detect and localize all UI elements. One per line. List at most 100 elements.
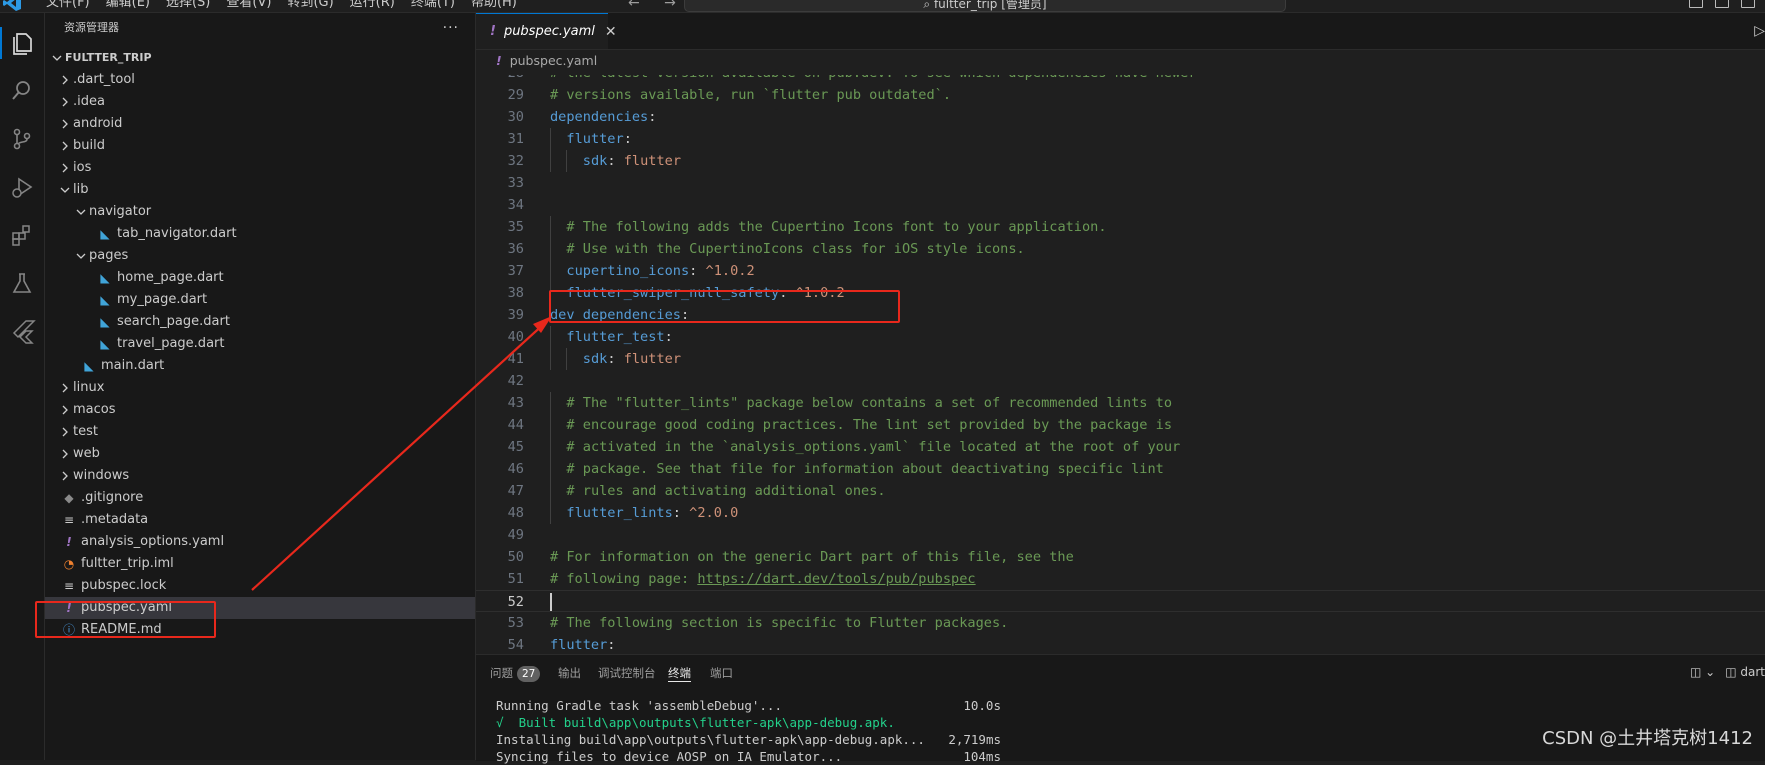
more-actions-icon[interactable]: ···	[443, 13, 459, 43]
tab-pubspec-yaml[interactable]: ! pubspec.yaml ✕	[476, 13, 617, 49]
code-token: flutter_lints	[566, 505, 673, 521]
tree-file[interactable]: ≡ .metadata	[45, 509, 475, 531]
code-token: https://dart.dev/tools/pub/pubspec	[697, 571, 976, 587]
terminal-instance[interactable]: ◫ dart	[1725, 665, 1765, 679]
panel-tab[interactable]: 输出	[558, 655, 581, 691]
tree-folder[interactable]: .idea	[45, 91, 475, 113]
panel-tab[interactable]: 问题 27	[490, 655, 541, 691]
line-number: 40	[507, 329, 524, 345]
project-section-header[interactable]: FULTTER_TRIP	[45, 47, 475, 69]
panel-tab[interactable]: 终端	[668, 655, 691, 682]
code-text: # The following adds the Cupertino Icons…	[566, 216, 1106, 238]
tree-file[interactable]: ◔ fultter_trip.iml	[45, 553, 475, 575]
line-number: 42	[507, 373, 524, 389]
indent-guide	[550, 392, 551, 414]
run-icon[interactable]: ▷	[1754, 23, 1765, 39]
nav-arrows[interactable]: ← →	[628, 0, 686, 11]
vscode-logo-icon	[3, 0, 21, 11]
code-line: 46 # package. See that file for informati…	[476, 458, 1765, 480]
terminal-line: Running Gradle task 'assembleDebug'...	[496, 698, 782, 713]
source-control-icon[interactable]	[8, 125, 36, 153]
chevron-down-icon	[73, 201, 89, 223]
tree-file[interactable]: ◣ travel_page.dart	[45, 333, 475, 355]
breadcrumb-file[interactable]: pubspec.yaml	[510, 53, 597, 68]
tree-folder[interactable]: .dart_tool	[45, 69, 475, 91]
run-debug-icon[interactable]	[8, 173, 36, 201]
code-text: # The "flutter_lints" package below cont…	[566, 392, 1172, 414]
dart-file-icon: ◣	[84, 359, 94, 373]
panel-tab[interactable]: 端口	[710, 655, 733, 691]
tree-file[interactable]: ◣ main.dart	[45, 355, 475, 377]
code-text: # Use with the CupertinoIcons class for …	[566, 238, 1024, 260]
testing-icon[interactable]	[8, 269, 36, 297]
tree-file[interactable]: ◣ home_page.dart	[45, 267, 475, 289]
menu-item[interactable]: 帮助(H)	[463, 0, 525, 11]
dart-file-icon: ◣	[100, 293, 110, 307]
toggle-sidebar-icon[interactable]	[1689, 0, 1703, 8]
tree-item-label: travel_page.dart	[117, 336, 225, 351]
tree-item-label: macos	[73, 402, 116, 417]
tree-file[interactable]: ◆ .gitignore	[45, 487, 475, 509]
split-terminal-icon[interactable]: ◫ ⌄	[1690, 665, 1715, 679]
menu-item[interactable]: 运行(R)	[342, 0, 403, 11]
menu-item[interactable]: 文件(F)	[38, 0, 98, 11]
code-text: flutter:	[566, 128, 631, 150]
code-text: # versions available, run `flutter pub o…	[550, 84, 951, 106]
code-view[interactable]: 28 # the latest version available on pub.…	[476, 75, 1765, 653]
extensions-icon[interactable]	[8, 221, 36, 249]
terminal-line: Installing build\app\outputs\flutter-apk…	[496, 732, 925, 747]
code-line: 37 cupertino_icons: ^1.0.2	[476, 260, 1765, 282]
indent-guide	[550, 238, 551, 260]
tree-folder[interactable]: web	[45, 443, 475, 465]
tree-folder[interactable]: test	[45, 421, 475, 443]
menu-item[interactable]: 转到(G)	[279, 0, 341, 11]
search-icon[interactable]	[8, 77, 36, 105]
code-line: 44 # encourage good coding practices. The…	[476, 414, 1765, 436]
tree-folder[interactable]: navigator	[45, 201, 475, 223]
code-token: :	[689, 263, 706, 279]
indent-guide	[566, 348, 568, 370]
title-bar: 文件(F) 编辑(E) 选择(S) 查看(V) 转到(G) 运行(R) 终端(T) 帮助(H)…	[0, 0, 1765, 13]
toggle-secondary-sidebar-icon[interactable]	[1741, 0, 1755, 8]
menu-item[interactable]: 选择(S)	[158, 0, 218, 11]
explorer-icon[interactable]	[0, 27, 36, 59]
tree-folder[interactable]: linux	[45, 377, 475, 399]
tree-file[interactable]: ◣ search_page.dart	[45, 311, 475, 333]
command-center-search[interactable]: ⌕ fultter_trip [管理员]	[684, 0, 1286, 12]
flutter-icon[interactable]	[8, 317, 36, 345]
chevron-right-icon	[57, 399, 73, 421]
menu-item[interactable]: 编辑(E)	[98, 0, 158, 11]
line-number: 44	[507, 417, 524, 433]
line-number: 48	[507, 505, 524, 521]
tree-item-label: windows	[73, 468, 130, 483]
tree-item-label: main.dart	[101, 358, 165, 373]
code-line: 54 flutter:	[476, 634, 1765, 653]
menu-item[interactable]: 终端(T)	[403, 0, 463, 11]
search-icon: ⌕	[923, 0, 931, 11]
tree-folder[interactable]: ios	[45, 157, 475, 179]
terminal-duration: 104ms	[963, 749, 1001, 764]
tree-folder[interactable]: build	[45, 135, 475, 157]
close-icon[interactable]: ✕	[605, 24, 617, 40]
chevron-right-icon	[57, 421, 73, 443]
tree-file[interactable]: ◣ my_page.dart	[45, 289, 475, 311]
tree-folder[interactable]: pages	[45, 245, 475, 267]
menu-item[interactable]: 查看(V)	[218, 0, 279, 11]
yaml-file-icon: !	[490, 24, 496, 39]
tree-item-label: lib	[73, 182, 89, 197]
tree-file[interactable]: ! analysis_options.yaml	[45, 531, 475, 553]
tree-file[interactable]: ≡ pubspec.lock	[45, 575, 475, 597]
tree-folder[interactable]: windows	[45, 465, 475, 487]
panel-tab[interactable]: 调试控制台	[598, 655, 656, 691]
code-text	[550, 591, 552, 613]
tree-folder[interactable]: lib	[45, 179, 475, 201]
line-number: 37	[507, 263, 524, 279]
indent-guide	[550, 150, 551, 172]
tree-file[interactable]: ◣ tab_navigator.dart	[45, 223, 475, 245]
code-text: # package. See that file for information…	[566, 458, 1163, 480]
toggle-panel-icon[interactable]	[1715, 0, 1729, 8]
code-token: # the latest version available on pub.de…	[550, 75, 1197, 81]
code-line: 48 flutter_lints: ^2.0.0	[476, 502, 1765, 524]
tree-folder[interactable]: macos	[45, 399, 475, 421]
tree-folder[interactable]: android	[45, 113, 475, 135]
